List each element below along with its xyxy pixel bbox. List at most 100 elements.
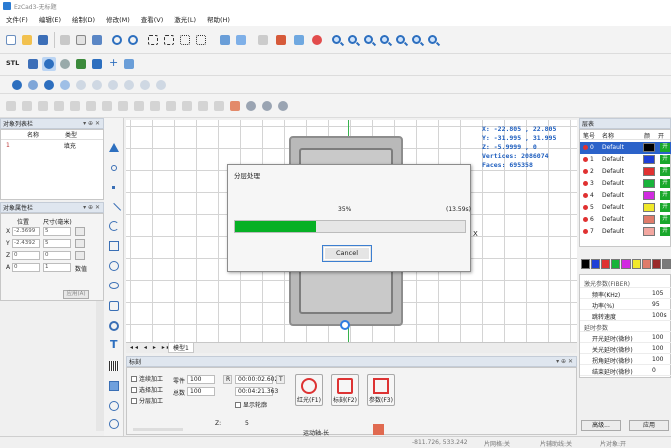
3d-view-icon[interactable] xyxy=(42,57,56,71)
tools-icon[interactable] xyxy=(256,33,270,47)
rotate-icon[interactable] xyxy=(132,99,146,113)
trim-icon[interactable] xyxy=(164,99,178,113)
lock-icon[interactable] xyxy=(234,33,248,47)
menu-modify[interactable]: 修改(M) xyxy=(106,14,130,24)
param-group[interactable]: 延时参数 xyxy=(580,321,671,332)
prop-a-size[interactable]: 1 xyxy=(43,263,71,272)
layer-row[interactable]: 6 Default 开 xyxy=(580,214,671,226)
param-value[interactable]: 95 xyxy=(652,301,660,308)
ellipse-icon[interactable] xyxy=(108,280,120,292)
cancel-button[interactable]: Cancel xyxy=(322,245,372,262)
palette-swatch[interactable] xyxy=(581,259,591,269)
select-icon[interactable] xyxy=(108,142,120,154)
3d-model-icon[interactable] xyxy=(26,57,40,71)
menu-laser[interactable]: 激光(L) xyxy=(174,14,196,24)
view-sphere-1-icon[interactable] xyxy=(10,78,24,92)
palette-swatch[interactable] xyxy=(601,259,611,269)
dash-icon[interactable] xyxy=(162,33,176,47)
apply-button[interactable]: 应用(A) xyxy=(63,290,89,299)
view-sphere-2-icon[interactable] xyxy=(26,78,40,92)
rectangle-icon[interactable] xyxy=(108,240,120,252)
point-icon[interactable] xyxy=(108,182,120,194)
snap-status[interactable]: 片对象:开 xyxy=(600,439,626,448)
panel-pin-icon[interactable]: ▾ ⊕ ✕ xyxy=(83,204,100,211)
layer-color-swatch[interactable] xyxy=(643,191,655,200)
layer-on-toggle[interactable]: 开 xyxy=(660,203,670,212)
clock-icon[interactable] xyxy=(108,400,120,412)
tab-model[interactable]: 模型1 xyxy=(168,343,194,353)
zoom-selected-icon[interactable] xyxy=(394,33,409,47)
param-value[interactable]: 100s xyxy=(652,312,667,319)
layer-color-swatch[interactable] xyxy=(643,143,655,152)
advanced-button[interactable]: 高级... xyxy=(581,420,621,431)
lock-ratio-icon[interactable] xyxy=(75,227,85,236)
menu-edit[interactable]: 编辑(E) xyxy=(39,14,61,24)
layer-process-checkbox[interactable]: 分层加工 xyxy=(131,396,163,405)
undo-icon[interactable] xyxy=(110,33,124,47)
panel-pin-icon[interactable]: ▾ ⊕ ✕ xyxy=(556,358,573,365)
view-sphere-3-icon[interactable] xyxy=(42,78,56,92)
line-icon[interactable] xyxy=(106,200,122,218)
menu-view[interactable]: 查看(V) xyxy=(141,14,164,24)
layer-row[interactable]: 5 Default 开 xyxy=(580,202,671,214)
part-input[interactable]: 100 xyxy=(187,375,215,384)
continuous-checkbox[interactable]: 连续加工 xyxy=(131,374,163,383)
stl-icon[interactable]: STL xyxy=(4,57,22,71)
hatch-icon[interactable] xyxy=(228,99,242,113)
prop-z-pos[interactable]: 0 xyxy=(12,251,40,260)
zoom-fit-icon[interactable] xyxy=(410,33,425,47)
guide-status[interactable]: 片辅助线:关 xyxy=(540,439,572,448)
pen-icon[interactable] xyxy=(122,57,136,71)
cross-icon[interactable]: + xyxy=(106,56,120,71)
layer-row[interactable]: 1 Default 开 xyxy=(580,154,671,166)
prop-z-size[interactable]: 0 xyxy=(43,251,71,260)
layer-on-toggle[interactable]: 开 xyxy=(660,167,670,176)
new-icon[interactable] xyxy=(4,33,18,47)
view-sphere-4-icon[interactable] xyxy=(58,78,72,92)
copy-icon[interactable] xyxy=(74,33,88,47)
grid-status[interactable]: 片网格:关 xyxy=(484,439,510,448)
params-button[interactable]: 参数(F3) xyxy=(367,374,395,406)
zoom-all-icon[interactable] xyxy=(378,33,393,47)
param-value[interactable]: 100 xyxy=(652,345,663,352)
panel-pin-icon[interactable]: ▾ ⊕ ✕ xyxy=(83,120,100,127)
palette-swatch[interactable] xyxy=(621,259,631,269)
cut-icon[interactable] xyxy=(58,33,72,47)
polygon-icon[interactable] xyxy=(108,300,120,312)
sphere-icon[interactable] xyxy=(58,57,72,71)
save-icon[interactable] xyxy=(36,33,50,47)
mirror-icon[interactable] xyxy=(116,99,130,113)
prop-x-size[interactable]: 5 xyxy=(43,227,71,236)
menu-help[interactable]: 帮助(H) xyxy=(207,14,230,24)
layer-on-toggle[interactable]: 开 xyxy=(660,155,670,164)
ungroup-icon[interactable] xyxy=(218,33,232,47)
intersect-icon[interactable] xyxy=(180,99,194,113)
layer-color-swatch[interactable] xyxy=(643,203,655,212)
zoom-page-icon[interactable] xyxy=(426,33,441,47)
palette-swatch[interactable] xyxy=(611,259,621,269)
layer-row[interactable]: 0 Default 开 xyxy=(580,142,671,154)
view-sphere-9-icon[interactable] xyxy=(138,78,152,92)
param-value[interactable]: 100 xyxy=(652,356,663,363)
barcode-icon[interactable] xyxy=(108,360,120,372)
left-panel-scrollbar[interactable] xyxy=(96,301,104,431)
palette-swatch[interactable] xyxy=(591,259,601,269)
param-group[interactable]: 激光参数(FIBER) xyxy=(580,277,671,288)
offset-icon[interactable] xyxy=(196,99,210,113)
wave-2-icon[interactable] xyxy=(260,99,274,113)
tab-nav-arrows-icon[interactable]: ◂◂ ◂ ▸ ▸▸ xyxy=(130,344,172,351)
paste-icon[interactable] xyxy=(90,33,104,47)
prop-y-pos[interactable]: -2.4392 xyxy=(12,239,40,248)
menu-file[interactable]: 文件(F) xyxy=(6,14,28,24)
layer-on-toggle[interactable]: 开 xyxy=(660,143,670,152)
timer-icon[interactable] xyxy=(108,418,120,430)
align-top-icon[interactable] xyxy=(52,99,66,113)
select-process-checkbox[interactable]: 选择加工 xyxy=(131,385,163,394)
open-icon[interactable] xyxy=(20,33,34,47)
redo-icon[interactable] xyxy=(126,33,140,47)
view-sphere-7-icon[interactable] xyxy=(106,78,120,92)
layer-apply-button[interactable]: 应用 xyxy=(629,420,669,431)
red-light-button[interactable]: 红光(F1) xyxy=(295,374,323,406)
layer-row[interactable]: 2 Default 开 xyxy=(580,166,671,178)
zoom-in-icon[interactable] xyxy=(330,33,345,47)
